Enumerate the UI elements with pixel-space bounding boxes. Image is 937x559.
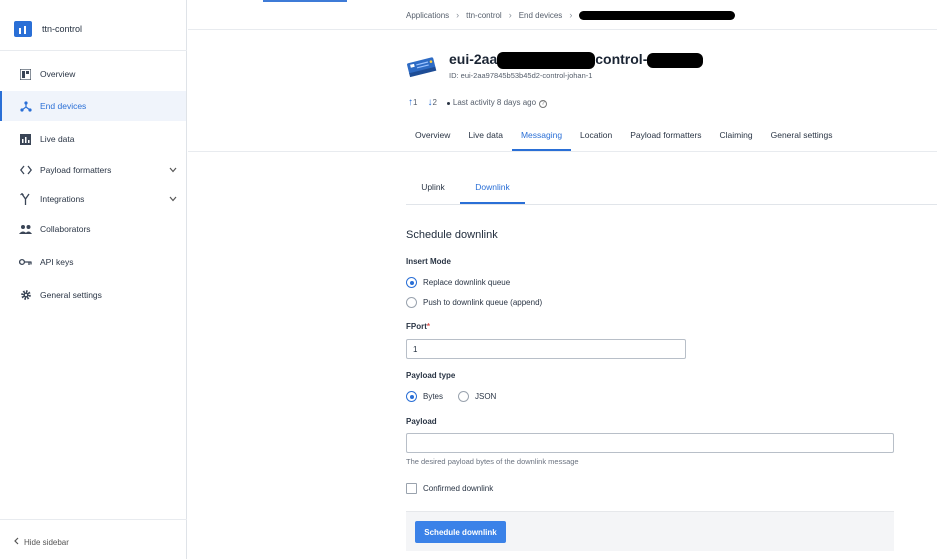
end-device-icon xyxy=(406,55,438,79)
chevron-right-icon: › xyxy=(456,10,460,20)
people-icon xyxy=(19,223,32,235)
insert-mode-replace-radio[interactable]: Replace downlink queue xyxy=(406,277,510,288)
form-title: Schedule downlink xyxy=(406,229,498,241)
app-brand[interactable]: ttn-control xyxy=(14,21,82,37)
device-branch-icon xyxy=(19,100,32,112)
application-icon xyxy=(14,21,32,37)
device-tabs: Overview Live data Messaging Location Pa… xyxy=(406,124,842,151)
subtab-uplink[interactable]: Uplink xyxy=(406,175,460,204)
chevron-right-icon: › xyxy=(508,10,512,20)
divider xyxy=(0,50,187,51)
bar-chart-icon xyxy=(19,133,32,145)
sidebar-item-label: API keys xyxy=(40,257,74,267)
tab-payload-formatters[interactable]: Payload formatters xyxy=(621,124,710,151)
help-icon[interactable]: ? xyxy=(539,99,548,108)
chevron-left-icon xyxy=(14,537,19,547)
chevron-down-icon[interactable] xyxy=(169,195,177,204)
hide-sidebar-label: Hide sidebar xyxy=(24,537,69,547)
tab-general-settings[interactable]: General settings xyxy=(762,124,842,151)
payload-type-json-radio[interactable]: JSON xyxy=(458,391,496,402)
tab-claiming[interactable]: Claiming xyxy=(711,124,762,151)
sidebar-item-collaborators[interactable]: Collaborators xyxy=(0,214,186,244)
hide-sidebar-button[interactable]: Hide sidebar xyxy=(14,537,69,547)
app-name: ttn-control xyxy=(42,24,83,34)
tab-overview[interactable]: Overview xyxy=(406,124,459,151)
sidebar-item-live-data[interactable]: Live data xyxy=(0,124,186,154)
sidebar-item-label: Live data xyxy=(40,134,75,144)
chevron-right-icon: › xyxy=(569,10,573,20)
device-id: ID: eui-2aa97845b53b45d2-control-johan-1 xyxy=(449,71,593,80)
radio-selected[interactable] xyxy=(406,277,417,288)
sidebar-item-label: End devices xyxy=(40,101,87,111)
sidebar-item-label: Collaborators xyxy=(40,224,91,234)
device-stats: ↑1 ↓2 Last activity 8 days ago? xyxy=(408,97,548,108)
payload-label: Payload xyxy=(406,417,437,426)
last-activity: Last activity 8 days ago? xyxy=(446,98,548,108)
sidebar-item-label: Overview xyxy=(40,69,76,79)
radio-unselected[interactable] xyxy=(458,391,469,402)
sidebar-item-label: General settings xyxy=(40,290,102,300)
sidebar-item-overview[interactable]: Overview xyxy=(0,59,186,89)
payload-type-label: Payload type xyxy=(406,371,456,380)
divider xyxy=(188,151,937,152)
top-loading-stripe xyxy=(263,0,347,2)
radio-unselected[interactable] xyxy=(406,297,417,308)
redacted-device-name xyxy=(647,52,704,68)
device-title: eui-2aa control- xyxy=(449,51,704,69)
status-dot xyxy=(446,101,450,105)
sidebar-item-general-settings[interactable]: General settings xyxy=(0,280,186,310)
confirmed-downlink-checkbox[interactable]: Confirmed downlink xyxy=(406,483,493,494)
chevron-down-icon[interactable] xyxy=(169,166,177,175)
payload-type-bytes-radio[interactable]: Bytes xyxy=(406,391,443,402)
checkbox-box[interactable] xyxy=(406,483,417,494)
sidebar-item-end-devices[interactable]: End devices xyxy=(0,91,186,121)
insert-mode-push-radio[interactable]: Push to downlink queue (append) xyxy=(406,297,542,308)
gear-icon xyxy=(19,289,32,301)
tab-messaging[interactable]: Messaging xyxy=(511,124,572,151)
messaging-subtabs: Uplink Downlink xyxy=(406,175,525,204)
fport-input[interactable]: 1 xyxy=(406,339,686,359)
breadcrumb: Applications › ttn-control › End devices… xyxy=(406,10,736,20)
subtab-downlink[interactable]: Downlink xyxy=(460,175,525,204)
sidebar-item-api-keys[interactable]: API keys xyxy=(0,247,186,277)
schedule-downlink-button[interactable]: Schedule downlink xyxy=(415,521,506,543)
fport-label: FPort* xyxy=(406,322,431,331)
radio-selected[interactable] xyxy=(406,391,417,402)
merge-icon xyxy=(19,193,32,205)
divider xyxy=(0,519,187,520)
divider xyxy=(188,29,937,30)
tab-location[interactable]: Location xyxy=(571,124,621,151)
redacted-breadcrumb-device xyxy=(579,10,736,20)
sidebar-item-label: Payload formatters xyxy=(40,165,112,175)
downlink-count: ↓2 xyxy=(427,97,437,108)
key-icon xyxy=(19,256,32,268)
tab-live-data[interactable]: Live data xyxy=(459,124,512,151)
grid-icon xyxy=(19,68,32,80)
sidebar-item-label: Integrations xyxy=(40,194,85,204)
insert-mode-label: Insert Mode xyxy=(406,257,451,266)
code-icon xyxy=(19,164,32,176)
sidebar-item-payload-formatters[interactable]: Payload formatters xyxy=(0,155,186,185)
payload-hint: The desired payload bytes of the downlin… xyxy=(406,457,579,466)
sidebar-item-integrations[interactable]: Integrations xyxy=(0,184,186,214)
redacted-device-name xyxy=(497,51,596,69)
breadcrumb-applications[interactable]: Applications xyxy=(406,11,449,20)
uplink-count: ↑1 xyxy=(408,97,418,108)
divider xyxy=(406,204,937,205)
sidebar: ttn-control Overview End devices Live da… xyxy=(0,0,187,559)
required-marker: * xyxy=(426,322,431,331)
breadcrumb-end-devices[interactable]: End devices xyxy=(519,11,563,20)
breadcrumb-application[interactable]: ttn-control xyxy=(466,11,502,20)
payload-input[interactable] xyxy=(406,433,894,453)
